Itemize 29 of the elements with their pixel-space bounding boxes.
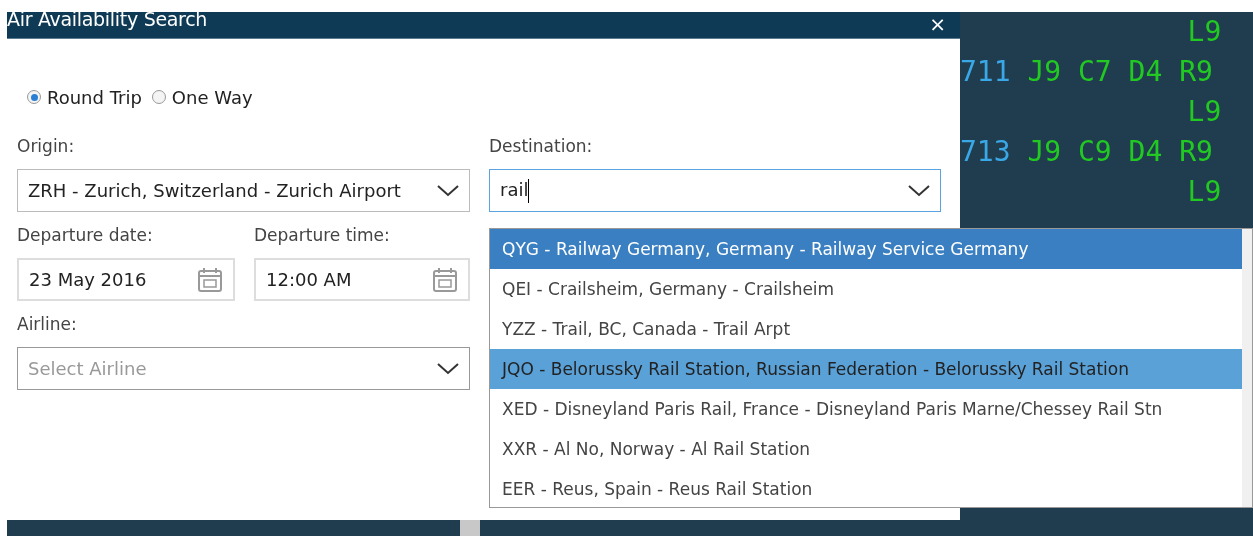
booking-classes: J9 C9 D4 R9 — [1027, 134, 1213, 170]
booking-classes: L9 — [1187, 174, 1222, 210]
origin-select[interactable]: ZRH - Zurich, Switzerland - Zurich Airport — [17, 169, 470, 212]
chevron-down-icon — [437, 184, 459, 197]
booking-classes: L9 — [1187, 14, 1222, 50]
chevron-down-icon — [908, 184, 930, 197]
calendar-icon[interactable] — [197, 266, 223, 293]
destination-field[interactable]: rail — [489, 169, 941, 212]
radio-option[interactable]: One Way — [151, 86, 253, 108]
close-button[interactable]: × — [929, 13, 946, 35]
booking-classes: J9 C7 D4 R9 — [1027, 54, 1213, 90]
dropdown-option[interactable]: QYG - Railway Germany, Germany - Railway Service Germany — [490, 229, 1242, 269]
radio-option[interactable]: Round Trip — [27, 86, 142, 108]
flight-number: 713 — [960, 134, 1011, 170]
scrollbar[interactable] — [1242, 229, 1252, 507]
field-label: Departure time: — [254, 224, 391, 246]
field-label: Departure date: — [17, 224, 154, 246]
chevron-down-icon — [437, 362, 459, 375]
dropdown-option[interactable]: JQO - Belorussky Rail Station, Russian Federation - Belorussky Rail Station — [490, 349, 1242, 389]
calendar-icon[interactable] — [432, 266, 458, 293]
field-label: Origin: — [17, 135, 76, 157]
field-label: Airline: — [17, 313, 78, 335]
booking-classes: L9 — [1187, 94, 1222, 130]
date-field[interactable]: 23 May 2016 — [17, 258, 235, 301]
scrollbar-thumb[interactable] — [460, 520, 480, 536]
time-field[interactable]: 12:00 AM — [254, 258, 470, 301]
field-label: Destination: — [489, 135, 594, 157]
flight-number: 711 — [960, 54, 1011, 90]
window-title: Air Availability Search — [7, 10, 208, 29]
